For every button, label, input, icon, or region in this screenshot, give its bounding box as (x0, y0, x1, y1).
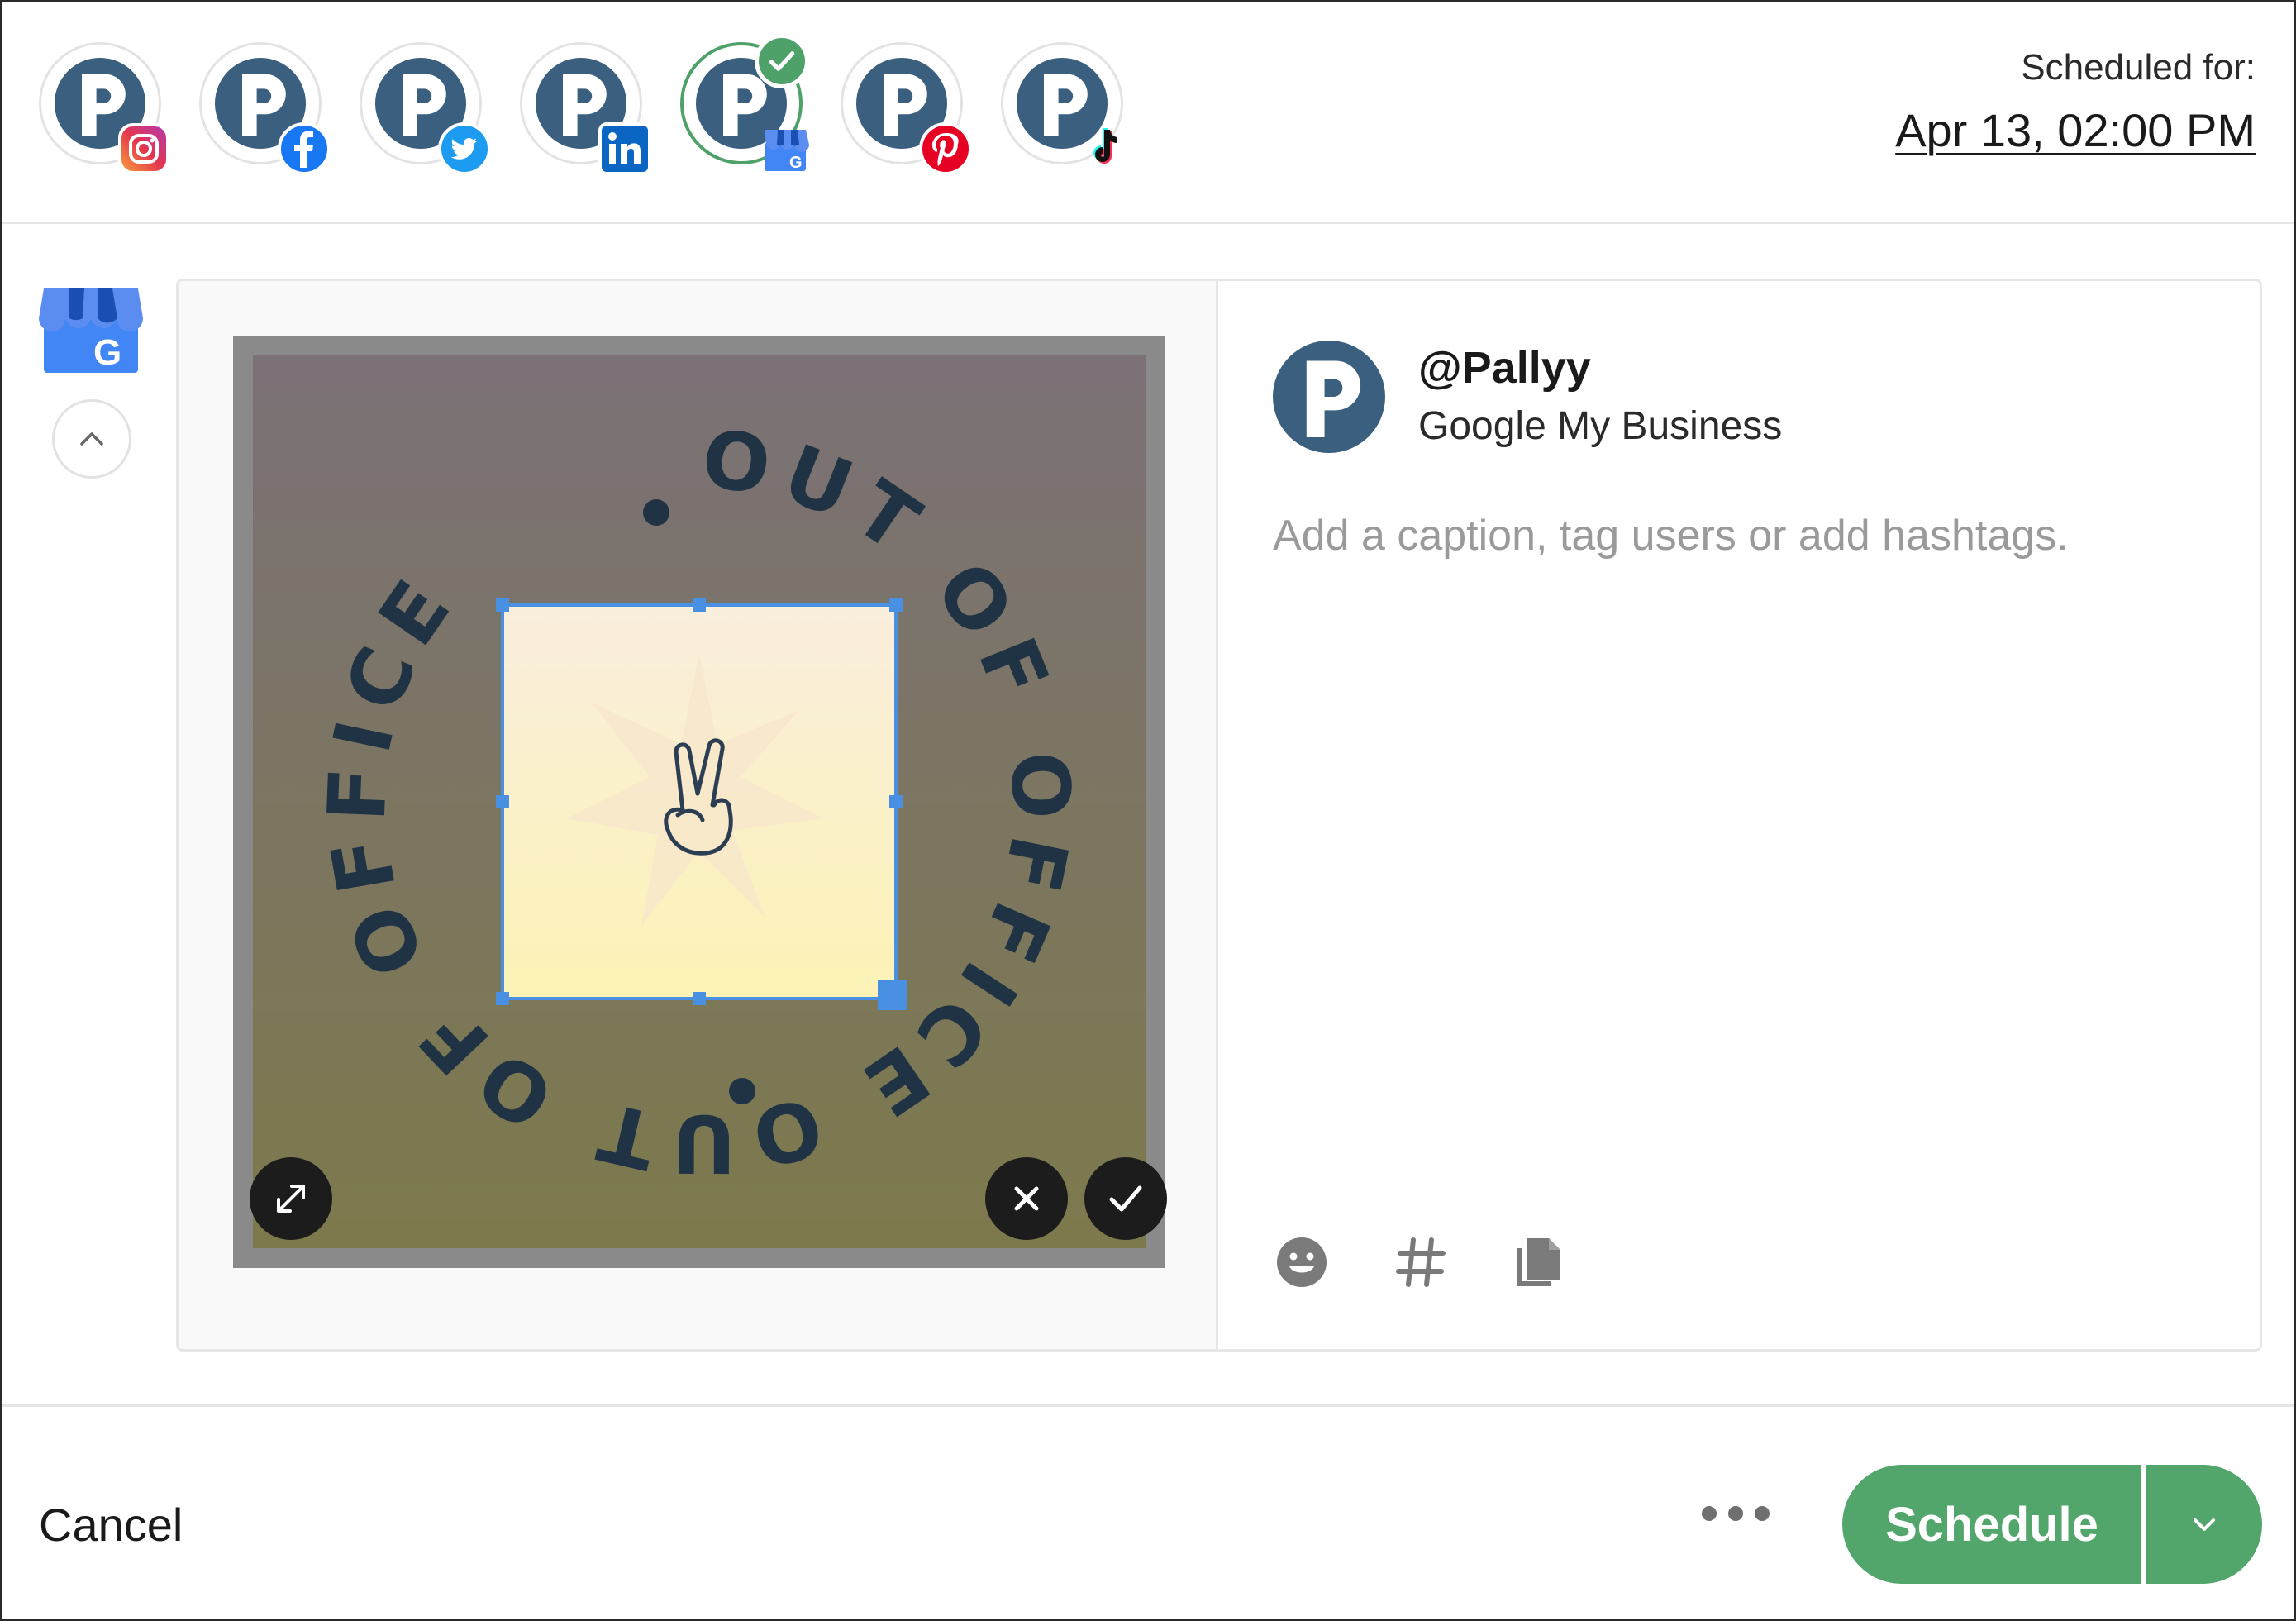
svg-text:G: G (93, 332, 121, 373)
crop-handle-top[interactable] (693, 598, 706, 612)
crop-handle-bottom[interactable] (693, 992, 706, 1005)
schedule-dropdown-button[interactable] (2143, 1465, 2262, 1584)
post-composer-window: G Scheduled for: Apr 13, 02:00 PM G OUT … (0, 0, 2296, 1621)
more-options-button[interactable] (1702, 1506, 1770, 1521)
out-of-office-artwork: OUT OF OFFICE OUT OF OFFICE (311, 412, 1076, 1190)
scheduled-label: Scheduled for: (2021, 47, 2256, 88)
crop-handle-top-right[interactable] (889, 598, 903, 612)
twitter-icon (438, 122, 491, 175)
hashtag-icon (1396, 1237, 1446, 1287)
instagram-icon (118, 123, 169, 174)
expand-icon (277, 1185, 305, 1213)
crop-handle-top-left[interactable] (496, 598, 509, 612)
crop-handle-right[interactable] (889, 795, 903, 808)
post-editor: OUT OF OFFICE OUT OF OFFICE @Pallyy Goog… (176, 279, 2262, 1352)
linkedin-icon (598, 122, 651, 175)
crop-handle-bottom-left[interactable] (496, 992, 509, 1005)
pinterest-icon (919, 122, 972, 175)
close-icon (1014, 1186, 1039, 1211)
emoji-button[interactable] (1273, 1233, 1331, 1291)
account-pinterest[interactable] (841, 42, 972, 175)
check-icon (1109, 1185, 1142, 1212)
svg-text:G: G (789, 154, 803, 172)
cancel-crop-button[interactable] (985, 1157, 1068, 1240)
google-my-business-icon: G (39, 288, 143, 373)
copy-button[interactable] (1511, 1233, 1569, 1291)
account-linkedin[interactable] (520, 42, 651, 175)
copy-icon (1517, 1238, 1560, 1286)
account-tiktok[interactable] (1001, 42, 1125, 171)
post-image: OUT OF OFFICE OUT OF OFFICE (250, 355, 1167, 1248)
crop-handle-left[interactable] (496, 795, 509, 808)
emoji-icon (1277, 1237, 1327, 1287)
hashtag-button[interactable] (1392, 1233, 1450, 1291)
chevron-up-icon (80, 432, 103, 446)
account-facebook[interactable] (199, 42, 331, 175)
cancel-button[interactable]: Cancel (39, 1498, 183, 1552)
tiktok-icon (1093, 128, 1117, 164)
caption-column: @Pallyy Google My Business (1218, 281, 2260, 1349)
image-crop-area: OUT OF OFFICE OUT OF OFFICE (233, 336, 1167, 1268)
avatar (1273, 341, 1385, 453)
more-dots-icon (1702, 1506, 1717, 1521)
account-selector: G (39, 34, 1125, 175)
scheduled-date-link[interactable]: Apr 13, 02:00 PM (1895, 103, 2256, 157)
composer-footer: Cancel Schedule (2, 1404, 2294, 1621)
schedule-info: Scheduled for: Apr 13, 02:00 PM (1895, 47, 2256, 157)
account-network: Google My Business (1418, 404, 1783, 448)
caption-toolbar (1273, 1233, 1569, 1291)
account-instagram[interactable] (39, 42, 169, 174)
schedule-button[interactable]: Schedule (1842, 1465, 2141, 1584)
caption-input[interactable] (1273, 511, 2215, 560)
confirm-crop-button[interactable] (1084, 1157, 1167, 1240)
composer-header: G Scheduled for: Apr 13, 02:00 PM (2, 2, 2294, 224)
selected-check-icon (755, 34, 809, 88)
media-column: OUT OF OFFICE OUT OF OFFICE (179, 281, 1218, 1349)
account-twitter[interactable] (360, 42, 491, 175)
resize-button[interactable] (250, 1157, 332, 1240)
google-my-business-icon: G (765, 130, 809, 172)
crop-handle-bottom-right[interactable] (878, 980, 907, 1010)
chevron-down-icon (2193, 1518, 2215, 1531)
facebook-icon (278, 122, 331, 175)
account-handle: @Pallyy (1418, 343, 1591, 393)
account-google-my-business[interactable]: G (680, 34, 809, 172)
collapse-button[interactable] (52, 399, 131, 479)
